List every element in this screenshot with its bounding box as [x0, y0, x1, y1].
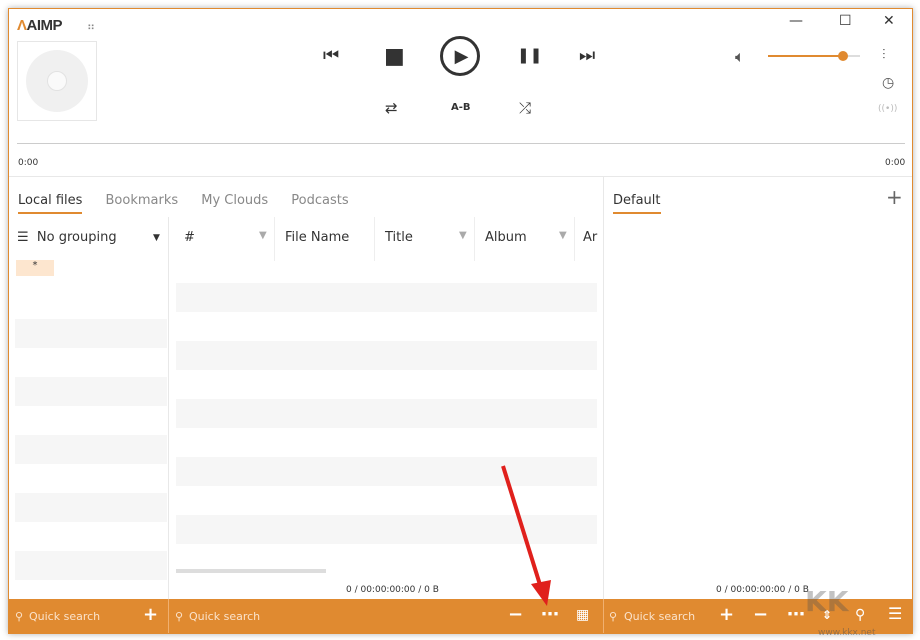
radio-icon[interactable]: ((•)) [878, 104, 897, 114]
previous-button[interactable]: ⏮ [323, 45, 339, 66]
status-left: 0 / 00:00:00:00 / 0 B [346, 585, 439, 595]
seek-bar[interactable] [17, 143, 905, 144]
aimp-window: ΛAIMP ⠶ — ☐ ✕ ⏮ ■ ▶ ❚❚ ⏭ ⇄ A-B ⤮ 🔈︎ ⫶ ◷ … [8, 8, 913, 634]
status-right: 0 / 00:00:00:00 / 0 B [716, 585, 809, 595]
volume-slider[interactable] [768, 51, 860, 61]
watermark-url: www.kkx.net [818, 628, 876, 638]
close-button[interactable]: ✕ [883, 13, 895, 29]
column-file-name[interactable]: File Name [274, 217, 374, 261]
add-button-2[interactable]: + [719, 604, 734, 625]
volume-icon[interactable]: 🔈︎ [735, 47, 745, 67]
timer-icon[interactable]: ◷ [882, 75, 894, 91]
grid-view-icon[interactable]: ▦ [576, 607, 589, 623]
search-icon: ⚲ [15, 610, 24, 623]
tab-bookmarks[interactable]: Bookmarks [106, 193, 179, 212]
album-art [17, 41, 97, 121]
shuffle-button[interactable]: ⤮ [519, 99, 531, 117]
add-button-1[interactable]: + [143, 604, 158, 625]
tab-default-playlist[interactable]: Default [613, 193, 661, 214]
search-playlist-icon[interactable]: ⚲ [855, 607, 865, 623]
tab-podcasts[interactable]: Podcasts [291, 193, 348, 212]
horizontal-scrollbar[interactable] [176, 569, 326, 573]
maximize-button[interactable]: ☐ [839, 13, 852, 29]
bottom-toolbar: ⚲ Quick search + ⚲ Quick search − ⋯ ▦ ⚲ Qui… [9, 599, 912, 633]
disc-icon [26, 50, 88, 112]
remove-button-2[interactable]: − [753, 604, 768, 625]
chevron-down-icon: ▼ [153, 233, 160, 243]
ab-repeat-button[interactable]: A-B [451, 102, 471, 113]
quick-search-input-1[interactable]: Quick search [29, 610, 100, 623]
time-elapsed: 0:00 [18, 158, 39, 168]
add-playlist-button[interactable]: + [886, 185, 903, 209]
more-button-2[interactable]: ⋯ [787, 604, 805, 625]
column-title[interactable]: Title ▼ [374, 217, 474, 261]
column-artist[interactable]: Ar [574, 217, 605, 261]
group-item[interactable]: * [16, 260, 54, 276]
pause-button[interactable]: ❚❚ [517, 46, 542, 64]
time-total: 0:00 [885, 158, 906, 168]
watermark-logo: KK [805, 585, 849, 618]
annotation-arrow [501, 465, 551, 606]
stop-button[interactable]: ■ [384, 44, 405, 69]
minimize-button[interactable]: — [789, 13, 803, 29]
equalizer-icon[interactable]: ⫶ [882, 47, 886, 63]
column-album[interactable]: Album ▼ [474, 217, 574, 261]
next-button[interactable]: ⏭ [579, 45, 595, 66]
grouping-dropdown[interactable]: ☰ No grouping ▼ [17, 230, 160, 245]
menu-icon: ☰ [17, 230, 29, 245]
quick-search-input-2[interactable]: Quick search [189, 610, 260, 623]
grip-icon[interactable]: ⠶ [87, 20, 95, 33]
quick-search-input-3[interactable]: Quick search [624, 610, 695, 623]
column-header: # ▼ File Name Title ▼ Album ▼ Ar [169, 217, 597, 261]
tab-my-clouds[interactable]: My Clouds [201, 193, 268, 212]
play-button[interactable]: ▶ [440, 36, 480, 76]
aimp-logo[interactable]: ΛAIMP [17, 17, 63, 34]
repeat-button[interactable]: ⇄ [385, 99, 398, 117]
menu-button[interactable]: ☰ [888, 604, 902, 623]
column-number[interactable]: # ▼ [184, 230, 274, 245]
tab-local-files[interactable]: Local files [18, 193, 83, 214]
